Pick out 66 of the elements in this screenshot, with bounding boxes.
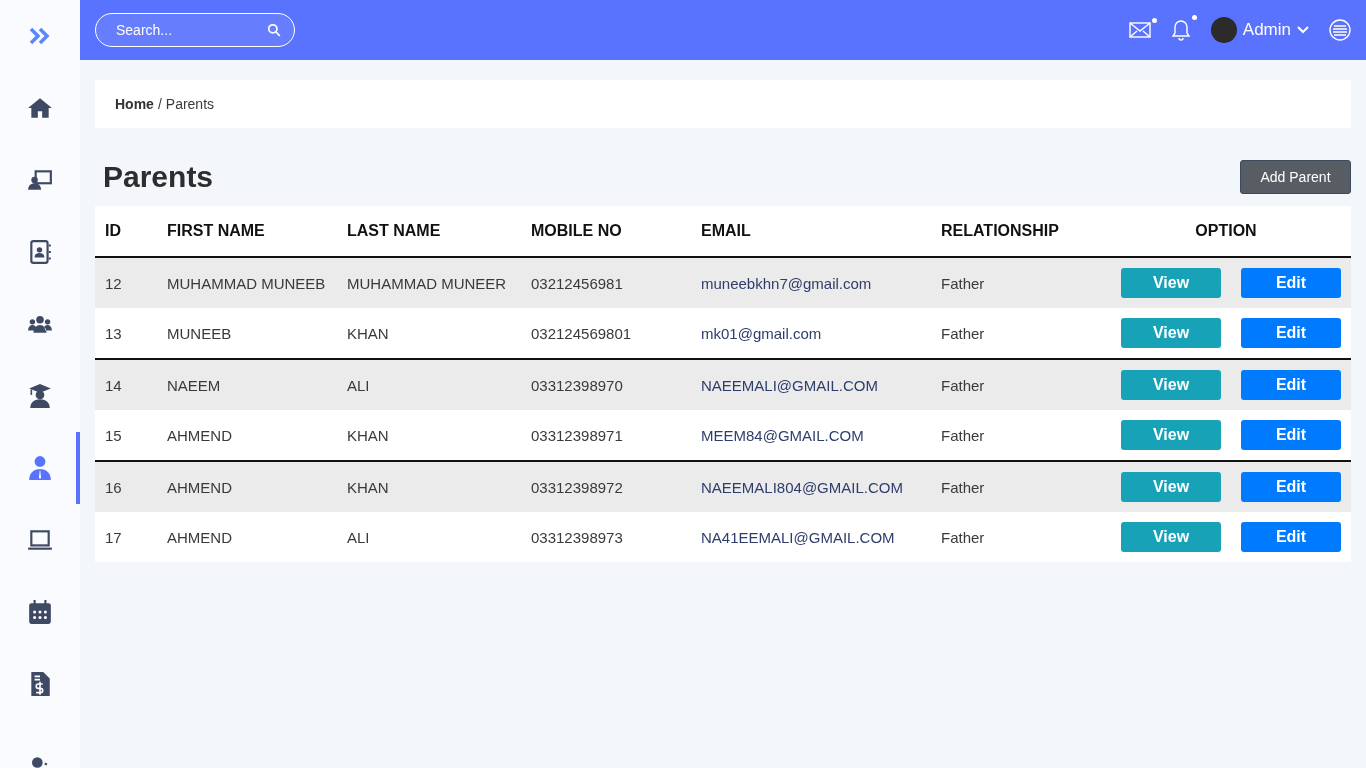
breadcrumb-separator: / xyxy=(157,96,162,112)
view-button[interactable]: View xyxy=(1121,268,1221,298)
user-name[interactable]: Admin xyxy=(1242,20,1291,40)
breadcrumb-link[interactable]: Home xyxy=(115,96,154,112)
breadcrumb-current: Parents xyxy=(165,96,215,112)
table-cell: KHAN xyxy=(337,308,521,359)
view-button[interactable]: View xyxy=(1121,522,1221,552)
table-cell: MEEM84@GMAIL.COM xyxy=(691,410,931,461)
laptop-icon xyxy=(27,527,53,553)
table-cell: KHAN xyxy=(337,461,521,512)
table-cell: muneebkhn7@gmail.com xyxy=(691,257,931,308)
table-cell: ALI xyxy=(337,359,521,410)
add-parent-button[interactable]: Add Parent xyxy=(1240,160,1351,194)
edit-button[interactable]: Edit xyxy=(1241,472,1341,502)
table-cell: Father xyxy=(931,461,1101,512)
table-cell: 03312398971 xyxy=(521,410,691,461)
edit-button[interactable]: Edit xyxy=(1241,318,1341,348)
table-cell: Father xyxy=(931,257,1101,308)
edit-button[interactable]: Edit xyxy=(1241,268,1341,298)
table-cell: NAEEMALI@GMAIL.COM xyxy=(691,359,931,410)
table-cell: 16 xyxy=(95,461,157,512)
view-button[interactable]: View xyxy=(1121,420,1221,450)
view-button[interactable]: View xyxy=(1121,318,1221,348)
menu-icon[interactable] xyxy=(1329,19,1351,41)
table-cell: MUHAMMAD MUNEER xyxy=(337,257,521,308)
table-cell: NA41EEMALI@GMAIL.COM xyxy=(691,512,931,562)
contact-book-icon xyxy=(27,239,53,265)
table-cell: ALI xyxy=(337,512,521,562)
table-cell: 03312398970 xyxy=(521,359,691,410)
edit-button[interactable]: Edit xyxy=(1241,420,1341,450)
page-title: Parents xyxy=(103,160,214,194)
table-cell: Father xyxy=(931,308,1101,359)
table-cell: 03312398973 xyxy=(521,512,691,562)
avatar xyxy=(1210,17,1237,43)
table-cell: Father xyxy=(931,512,1101,562)
calendar-icon xyxy=(27,599,53,625)
table-cell: 13 xyxy=(95,308,157,359)
graduate-icon xyxy=(27,383,53,409)
view-button[interactable]: View xyxy=(1121,472,1221,502)
search-field[interactable]: Search... xyxy=(95,13,295,47)
table-cell: 17 xyxy=(95,512,157,562)
edit-button[interactable]: Edit xyxy=(1241,370,1341,400)
mail-icon[interactable] xyxy=(1128,22,1151,38)
table-cell: 03212456981 xyxy=(521,257,691,308)
table-cell: MUHAMMAD MUNEEB xyxy=(157,257,337,308)
view-button[interactable]: View xyxy=(1121,370,1221,400)
table-cell: NAEEM xyxy=(157,359,337,410)
table-cell: AHMEND xyxy=(157,461,337,512)
table-cell: AHMEND xyxy=(157,410,337,461)
table-cell: 12 xyxy=(95,257,157,308)
table-cell: AHMEND xyxy=(157,512,337,562)
table-cell: 03312398972 xyxy=(521,461,691,512)
teacher-board-icon xyxy=(27,167,53,193)
table-cell: 14 xyxy=(95,359,157,410)
table-cell: 15 xyxy=(95,410,157,461)
search-icon xyxy=(267,23,281,37)
table-cell: KHAN xyxy=(337,410,521,461)
edit-button[interactable]: Edit xyxy=(1241,522,1341,552)
table-cell: Father xyxy=(931,359,1101,410)
bell-icon[interactable] xyxy=(1170,19,1191,41)
table-cell: 032124569801 xyxy=(521,308,691,359)
table-cell: Father xyxy=(931,410,1101,461)
chevron-down-icon[interactable] xyxy=(1297,26,1309,34)
table-cell: NAEEMALI804@GMAIL.COM xyxy=(691,461,931,512)
table-cell: MUNEEB xyxy=(157,308,337,359)
table-cell: mk01@gmail.com xyxy=(691,308,931,359)
